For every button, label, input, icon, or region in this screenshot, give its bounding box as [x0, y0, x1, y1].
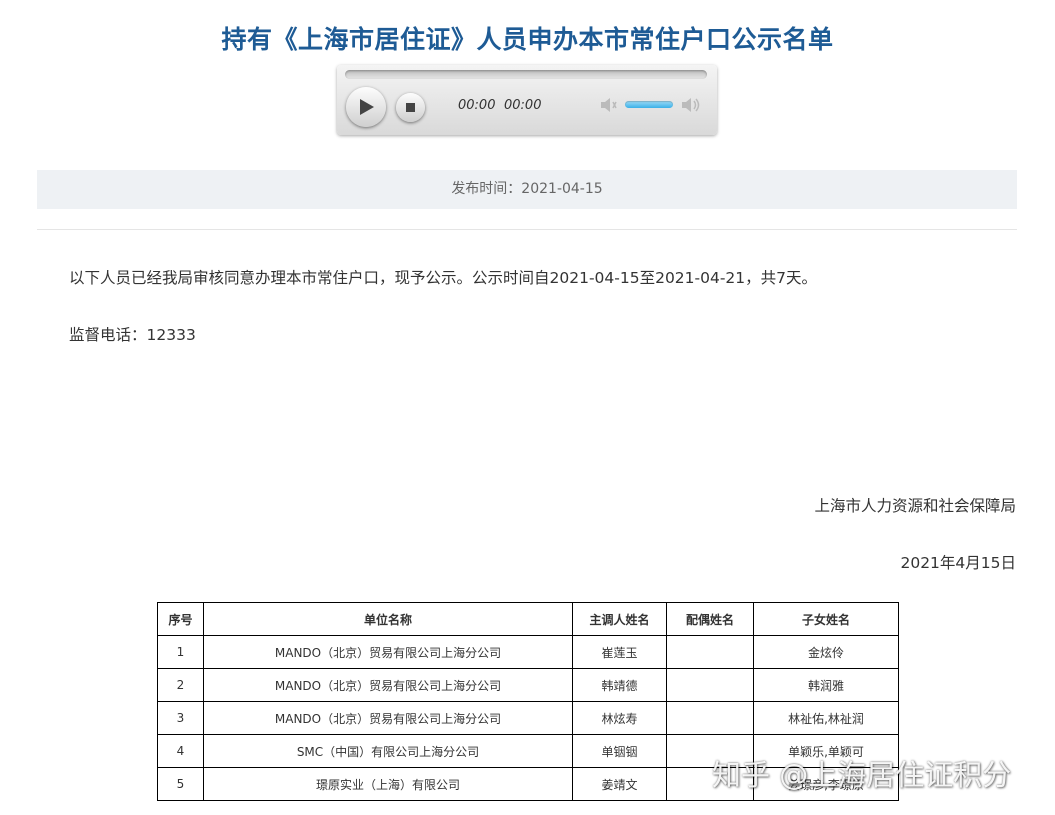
table-header-row: 序号 单位名称 主调人姓名 配偶姓名 子女姓名 [157, 602, 899, 636]
cell-applicant: 崔莲玉 [572, 635, 667, 669]
cell-children: 林祉佑,林祉润 [753, 701, 899, 735]
header-children: 子女姓名 [753, 602, 899, 636]
cell-company: MANDO（北京）贸易有限公司上海分公司 [203, 668, 573, 702]
intro-paragraph: 以下人员已经我局审核同意办理本市常住户口，现予公示。公示时间自2021-04-1… [69, 269, 818, 287]
header-index: 序号 [157, 602, 204, 636]
cell-company: MANDO（北京）贸易有限公司上海分公司 [203, 701, 573, 735]
audio-player: 00:00 00:00 [337, 65, 717, 135]
cell-children: 金炫伶 [753, 635, 899, 669]
cell-index: 3 [157, 701, 204, 735]
stop-button[interactable] [396, 93, 425, 122]
cell-index: 5 [157, 767, 204, 801]
cell-spouse [666, 668, 754, 702]
table-row: 2 MANDO（北京）贸易有限公司上海分公司 韩靖德 韩润雅 [157, 668, 899, 702]
cell-applicant: 林炫寿 [572, 701, 667, 735]
watermark: 知乎 @上海居住证积分 [712, 758, 1012, 792]
header-company: 单位名称 [203, 602, 573, 636]
cell-company: MANDO（北京）贸易有限公司上海分公司 [203, 635, 573, 669]
cell-spouse [666, 635, 754, 669]
issuer-name: 上海市人力资源和社会保障局 [814, 497, 1016, 515]
table-row: 3 MANDO（北京）贸易有限公司上海分公司 林炫寿 林祉佑,林祉润 [157, 701, 899, 735]
cell-children: 韩润雅 [753, 668, 899, 702]
audio-progress-bar[interactable] [345, 70, 707, 79]
page-title: 持有《上海市居住证》人员申办本市常住户口公示名单 [221, 25, 834, 54]
publish-date: 发布时间：2021-04-15 [451, 181, 603, 197]
volume-max-icon[interactable] [680, 96, 702, 114]
volume-mute-icon[interactable] [599, 96, 619, 114]
volume-slider[interactable] [625, 101, 673, 108]
cell-applicant: 姜靖文 [572, 767, 667, 801]
hotline-text: 监督电话：12333 [69, 326, 196, 344]
cell-index: 4 [157, 734, 204, 768]
cell-spouse [666, 701, 754, 735]
duration-time: 00:00 [504, 98, 542, 113]
stop-icon [406, 103, 415, 112]
cell-company: 璟原实业（上海）有限公司 [203, 767, 573, 801]
header-spouse: 配偶姓名 [666, 602, 754, 636]
header-applicant: 主调人姓名 [572, 602, 667, 636]
table-row: 1 MANDO（北京）贸易有限公司上海分公司 崔莲玉 金炫伶 [157, 635, 899, 669]
cell-index: 2 [157, 668, 204, 702]
cell-applicant: 韩靖德 [572, 668, 667, 702]
cell-index: 1 [157, 635, 204, 669]
divider [37, 229, 1017, 230]
play-icon [360, 99, 374, 115]
cell-company: SMC（中国）有限公司上海分公司 [203, 734, 573, 768]
cell-applicant: 单铟铟 [572, 734, 667, 768]
publish-info-bar: 发布时间：2021-04-15 [37, 170, 1017, 209]
play-button[interactable] [346, 87, 386, 127]
current-time: 00:00 [458, 98, 496, 113]
issue-date: 2021年4月15日 [900, 554, 1016, 572]
